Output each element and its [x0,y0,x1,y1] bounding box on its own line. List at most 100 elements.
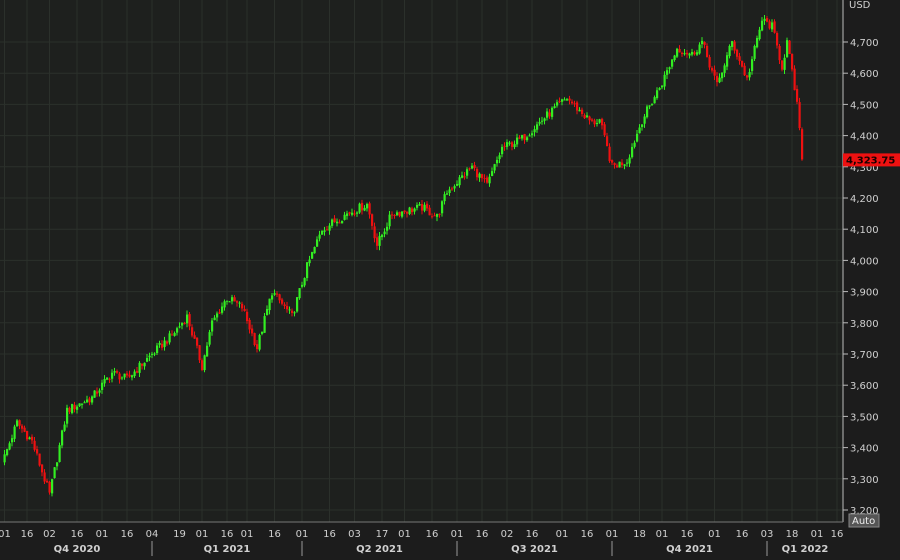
candle [646,104,649,119]
candle-body [538,121,541,124]
candle-body [628,157,631,164]
x-tick-label: 16 [526,529,539,540]
candle-body [601,118,604,126]
candle-body [543,118,546,121]
candle-body [373,226,376,239]
candle-body [336,221,339,224]
candle-body [253,333,256,346]
candle-body [91,396,94,403]
candle-body [398,211,401,216]
candle-body [636,133,639,142]
candle-body [236,301,239,303]
candle-body [578,109,581,112]
candle-body [251,328,254,334]
candle-body [408,207,411,215]
candle-body [263,316,266,333]
candle [53,466,56,479]
candle-body [326,229,329,231]
candle-body [143,362,146,367]
candle-body [761,20,764,31]
candle-body [226,300,229,302]
candle-body [658,88,661,90]
candle-body [363,207,366,211]
candle-body [288,309,291,311]
candle-body [206,345,209,357]
candle-body [513,144,516,148]
candle-body [431,216,434,218]
x-tick-label: 02 [43,529,56,540]
candle-body [773,21,776,33]
candle-body [306,262,309,279]
candle-body [28,437,31,440]
y-tick-label: 3,500 [850,412,879,423]
candle-body [66,407,69,424]
candle-body [786,40,789,58]
x-tick-label: 04 [146,529,159,540]
candle-body [68,407,71,412]
candle-body [768,21,771,29]
candle-body [776,32,779,46]
candle [203,354,206,373]
candle-body [38,453,41,466]
candle-body [346,213,349,216]
candle-body [553,106,556,108]
candle-body [491,171,494,177]
candle-body [596,123,599,125]
candle-body [116,371,119,373]
candle-body [676,48,679,57]
candle-body [766,18,769,22]
y-tick-label: 3,800 [850,319,879,330]
candle-body [113,371,116,373]
candle-body [531,133,534,136]
candle-body [296,297,299,312]
candle-body [3,454,6,463]
candle-body [468,168,471,170]
candle-body [711,68,714,71]
candle-body [401,211,404,217]
candle-body [158,342,161,345]
candle-body [698,44,701,54]
candle-body [56,462,59,467]
candle-body [571,101,574,104]
candle [313,246,316,254]
candle-body [586,115,589,118]
x-tick-label: 16 [121,529,134,540]
auto-scale-button[interactable]: Auto [848,513,880,528]
candle-body [801,129,804,160]
candle-body [136,371,139,373]
candle-body [248,319,251,330]
candle-body [293,312,296,314]
candle-body [83,402,86,404]
candle-body [393,214,396,216]
candle-body [173,333,176,336]
candle-body [333,218,336,223]
candle-body [781,60,784,70]
candle [798,97,801,131]
candle-body [13,426,16,439]
candle-body [273,293,276,295]
candle-body [541,120,544,122]
candle-body [368,203,371,215]
candle-body [218,312,221,314]
candle-body [153,353,156,355]
x-tick-label: 03 [348,529,361,540]
y-tick-label: 4,700 [850,38,879,49]
candle-body [351,212,354,215]
candle-body [291,310,294,313]
candle-body [413,208,416,212]
candle-body [478,173,481,178]
candle-body [41,464,44,473]
candle-body [121,377,124,379]
candle-body [528,135,531,137]
candle-body [281,299,284,304]
candle-body [433,215,436,217]
candle-body [51,479,54,494]
candle-body [733,41,736,51]
candle-body [48,481,51,493]
candle-body [741,60,744,67]
candle-body [428,207,431,216]
candle-body [568,98,571,101]
candle-body [746,75,749,78]
candle-body [548,112,551,117]
candle-body [461,175,464,178]
